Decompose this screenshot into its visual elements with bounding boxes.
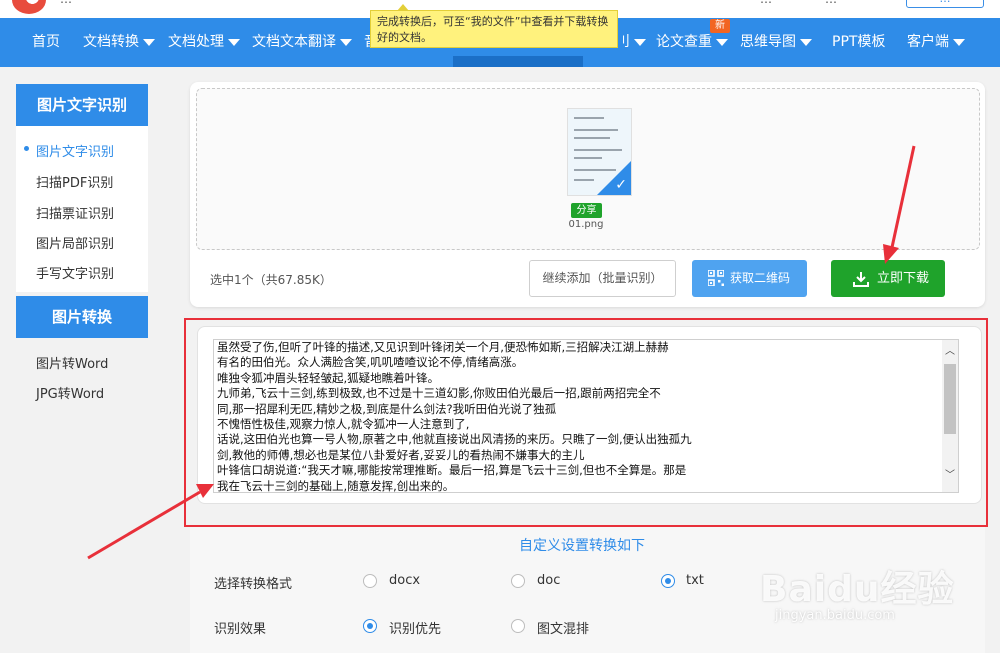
scroll-up-icon[interactable]: ︿: [942, 344, 958, 360]
site-logo-icon[interactable]: [12, 0, 46, 14]
thumb-line: [574, 129, 618, 131]
chevron-down-icon: [634, 38, 646, 46]
nav-mindmap-label: 思维导图: [740, 34, 796, 50]
chevron-down-icon: [340, 38, 352, 46]
watermark-url: jingyan.baidu.com: [775, 608, 895, 623]
download-now-button[interactable]: 立即下载: [831, 260, 945, 297]
result-text: 虽然受了伤,但听了叶锋的描述,又见识到叶锋闭关一个月,便恐怖如斯,三招解决江湖上…: [217, 340, 942, 494]
result-line: 同,那一招犀利无匹,精妙之极,到底是什么剑法?我听田伯光说了独孤: [217, 401, 557, 416]
chevron-down-icon: [228, 38, 240, 46]
watermark-logo: Baidu经验: [760, 569, 955, 610]
nav-hidden-item-label: 刂: [616, 34, 630, 50]
chevron-down-icon: [953, 38, 965, 46]
nav-home-label: 首页: [32, 34, 60, 50]
radio-docx[interactable]: [363, 574, 377, 588]
chevron-down-icon: [716, 38, 728, 46]
login-button[interactable]: …: [906, 0, 984, 8]
option-doc-label[interactable]: doc: [537, 573, 560, 588]
sidebar-section-image-convert-title: 图片转换: [16, 296, 148, 338]
sidebar-item-scan-ticket[interactable]: 扫描票证识别: [36, 203, 114, 222]
checkmark-icon: ✓: [615, 177, 627, 193]
nav-mindmap[interactable]: 思维导图: [740, 18, 812, 67]
nav-doc-convert[interactable]: 文档转换: [83, 18, 155, 67]
result-line: 话说,这田伯光也算一号人物,原著之中,他就直接说出风清扬的来历。只瞧了一剑,便认…: [217, 432, 692, 447]
effect-label: 识别效果: [214, 622, 267, 637]
new-badge: 新: [710, 19, 730, 33]
sidebar-item-partial-ocr[interactable]: 图片局部识别: [36, 233, 114, 252]
nav-hidden-item[interactable]: 刂: [616, 18, 646, 67]
chevron-down-icon: [143, 38, 155, 46]
sidebar-section-ocr-title: 图片文字识别: [16, 84, 148, 126]
sidebar-item-scan-pdf[interactable]: 扫描PDF识别: [36, 172, 113, 191]
scrollbar-thumb[interactable]: [944, 364, 956, 434]
settings-title: 自定义设置转换如下: [519, 538, 645, 554]
format-label: 选择转换格式: [214, 577, 293, 592]
sidebar-active-dot-icon: [24, 146, 29, 151]
option-mixed-layout-label[interactable]: 图文混排: [537, 618, 589, 637]
nav-ppt-template[interactable]: PPT模板: [832, 18, 885, 67]
result-line: 我在飞云十三剑的基础上,随意发挥,创出来的。: [217, 478, 455, 493]
tooltip-text: 完成转换后，可至“我的文件”中查看并下载转换好的文档。: [377, 15, 609, 44]
nav-doc-process[interactable]: 文档处理: [168, 18, 240, 67]
nav-plagiarism-check-label: 论文查重: [656, 34, 712, 50]
sidebar-item-handwriting[interactable]: 手写文字识别: [36, 263, 114, 282]
result-line: 不愧悟性极佳,观察力惊人,就令狐冲一人注意到了,: [217, 416, 470, 431]
file-thumbnail[interactable]: ✓: [567, 108, 632, 196]
thumb-line: [574, 117, 604, 119]
get-qrcode-button[interactable]: 获取二维码: [692, 260, 807, 297]
header-link-cut-1[interactable]: …: [760, 0, 772, 6]
download-icon: [853, 272, 869, 287]
radio-recognition-priority[interactable]: [363, 619, 377, 633]
sidebar-item-image-to-word[interactable]: 图片转Word: [36, 353, 108, 372]
file-name: 01.png: [568, 219, 604, 230]
result-line: 剑,教他的师傅,想必也是某位八卦爱好者,妥妥儿的看热闹不嫌事大的主儿: [217, 447, 585, 462]
continue-add-button[interactable]: 继续添加（批量识别）: [529, 260, 676, 297]
option-recognition-priority-label[interactable]: 识别优先: [389, 618, 441, 637]
nav-doc-translate[interactable]: 文档文本翻译: [252, 18, 352, 67]
vertical-scrollbar[interactable]: ︿ ﹀: [942, 340, 958, 492]
result-line: 有名的田伯光。众人满脸含笑,叽叽喳喳议论不停,情绪高涨。: [217, 355, 524, 370]
result-line: 叶锋信口胡说道:“我天才嘛,哪能按常理推断。最后一招,算是飞云十三剑,但也不全算…: [217, 463, 687, 478]
scroll-down-icon[interactable]: ﹀: [942, 468, 958, 484]
result-line: 唯独令狐冲眉头轻轻皱起,狐疑地瞧着叶锋。: [217, 370, 440, 385]
sidebar-item-jpg-to-word[interactable]: JPG转Word: [36, 383, 104, 402]
nav-ppt-template-label: PPT模板: [832, 34, 886, 50]
qrcode-icon: [708, 270, 724, 286]
nav-client[interactable]: 客户端: [907, 18, 965, 67]
download-button-label: 立即下载: [877, 271, 930, 286]
conversion-tip-tooltip: 完成转换后，可至“我的文件”中查看并下载转换好的文档。: [370, 4, 618, 48]
qr-button-label: 获取二维码: [730, 271, 791, 285]
option-docx-label[interactable]: docx: [389, 573, 420, 588]
radio-doc[interactable]: [511, 574, 525, 588]
header-link-cut-2[interactable]: …: [825, 0, 837, 6]
result-line: 虽然受了伤,但听了叶锋的描述,又见识到叶锋闭关一个月,便恐怖如斯,三招解决江湖上…: [217, 340, 669, 354]
nav-active-indicator: [453, 56, 583, 67]
share-button[interactable]: 分享: [571, 203, 602, 218]
sidebar-item-image-ocr[interactable]: 图片文字识别: [36, 141, 114, 160]
nav-doc-translate-label: 文档文本翻译: [252, 34, 336, 50]
nav-doc-process-label: 文档处理: [168, 34, 224, 50]
chevron-down-icon: [800, 38, 812, 46]
thumb-line: [574, 149, 622, 151]
thumb-line: [574, 179, 594, 181]
radio-mixed-layout[interactable]: [511, 619, 525, 633]
nav-home[interactable]: 首页: [32, 18, 60, 67]
site-name-cut: …: [60, 0, 72, 6]
result-line: 九师弟,飞云十三剑,练到极致,也不过是十三道幻影,你败田伯光最后一招,跟前两招完…: [217, 386, 661, 401]
nav-doc-convert-label: 文档转换: [83, 34, 139, 50]
nav-client-label: 客户端: [907, 34, 949, 50]
radio-txt[interactable]: [661, 574, 675, 588]
option-txt-label[interactable]: txt: [686, 573, 704, 588]
ocr-result-textarea[interactable]: 虽然受了伤,但听了叶锋的描述,又见识到叶锋闭关一个月,便恐怖如斯,三招解决江湖上…: [213, 339, 959, 493]
thumb-line: [574, 157, 602, 159]
thumb-line: [574, 137, 610, 139]
selection-summary: 选中1个（共67.85K）: [210, 273, 332, 287]
